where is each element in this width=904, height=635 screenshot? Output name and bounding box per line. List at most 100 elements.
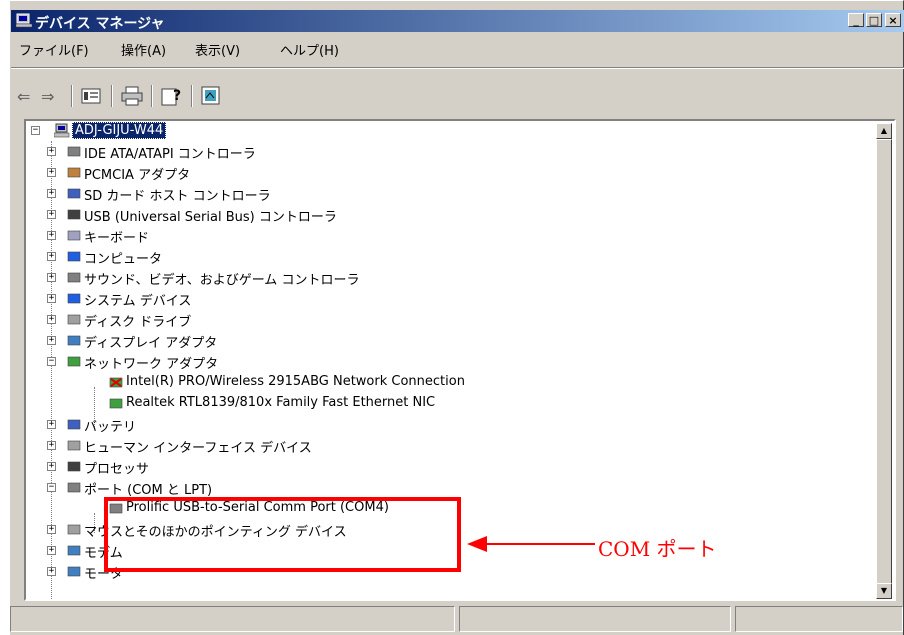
expand-toggle[interactable]: + (47, 231, 56, 240)
device-manager-icon (16, 13, 32, 28)
device-label: Realtek RTL8139/810x Family Fast Etherne… (126, 395, 436, 410)
category-item[interactable]: + コンピュータ (26, 247, 866, 267)
expand-toggle[interactable]: + (47, 189, 56, 198)
expand-toggle[interactable]: + (47, 294, 56, 303)
menu-action[interactable]: 操作(A) (121, 40, 166, 59)
highlight-box (104, 497, 461, 572)
expand-toggle[interactable]: + (47, 168, 56, 177)
computer-icon (67, 251, 81, 262)
help-icon[interactable]: ? (161, 86, 183, 106)
expand-toggle[interactable]: + (47, 525, 56, 534)
category-label: ヒューマン インターフェイス デバイス (84, 441, 312, 456)
computer-root-icon (54, 123, 70, 138)
monitor-icon (67, 566, 81, 577)
properties-icon[interactable] (81, 87, 101, 105)
device-item[interactable]: Realtek RTL8139/810x Family Fast Etherne… (26, 394, 866, 414)
category-label: SD カード ホスト コントローラ (84, 189, 271, 204)
annotation-arrow-line (485, 543, 595, 545)
category-item[interactable]: + USB (Universal Serial Bus) コントローラ (26, 205, 866, 225)
toolbar-separator (111, 85, 113, 107)
category-item[interactable]: + PCMCIA アダプタ (26, 163, 866, 183)
menu-view[interactable]: 表示(V) (195, 40, 240, 59)
network-card-icon (109, 398, 123, 409)
ide-controller-icon (67, 146, 81, 157)
menu-file[interactable]: ファイル(F) (19, 40, 89, 59)
category-item[interactable]: + ディスプレイ アダプタ (26, 331, 866, 351)
category-item[interactable]: + ディスク ドライブ (26, 310, 866, 330)
status-pane-2 (459, 606, 731, 632)
port-icon (67, 482, 81, 493)
processor-icon (67, 461, 81, 472)
expand-toggle[interactable]: + (47, 546, 56, 555)
category-label: バッテリ (84, 420, 137, 435)
category-label: ディスプレイ アダプタ (84, 336, 218, 351)
category-item[interactable]: + ヒューマン インターフェイス デバイス (26, 436, 866, 456)
category-label: プロセッサ (84, 462, 150, 477)
battery-icon (67, 419, 81, 430)
minimize-button[interactable]: _ (848, 13, 864, 27)
category-item[interactable]: − ネットワーク アダプタ (26, 352, 866, 372)
network-adapter-icon (67, 356, 81, 367)
expand-toggle[interactable]: + (47, 315, 56, 324)
expand-toggle[interactable]: + (47, 210, 56, 219)
keyboard-icon (67, 230, 81, 241)
vertical-scrollbar[interactable]: ▲ ▼ (876, 123, 892, 599)
annotation-arrow-head (467, 536, 487, 552)
maximize-button[interactable]: □ (866, 13, 882, 27)
title-bar[interactable]: デバイス マネージャ _ □ × (11, 10, 904, 32)
expand-toggle[interactable]: + (47, 273, 56, 282)
annotation-label: COM ポート (598, 537, 717, 561)
category-label: ネットワーク アダプタ (84, 357, 219, 372)
collapse-toggle[interactable]: − (47, 357, 56, 366)
pcmcia-icon (67, 167, 81, 178)
category-item[interactable]: + システム デバイス (26, 289, 866, 309)
category-label: システム デバイス (84, 294, 192, 309)
status-pane-3 (735, 606, 903, 632)
expand-toggle[interactable]: + (47, 252, 56, 261)
window-title: デバイス マネージャ (35, 16, 165, 32)
category-label: IDE ATA/ATAPI コントローラ (84, 147, 256, 162)
scroll-down-button[interactable]: ▼ (876, 583, 892, 599)
tree-root[interactable]: − ADJ-GIJU-W44 (26, 121, 326, 141)
category-item[interactable]: + プロセッサ (26, 457, 866, 477)
status-pane-1 (10, 606, 455, 632)
scan-hardware-icon[interactable] (201, 86, 221, 106)
disk-drive-icon (67, 314, 81, 325)
category-item[interactable]: + キーボード (26, 226, 866, 246)
collapse-toggle[interactable]: − (31, 126, 40, 135)
menu-help[interactable]: ヘルプ(H) (280, 40, 339, 59)
sd-card-icon (67, 188, 81, 199)
expand-toggle[interactable]: + (47, 567, 56, 576)
expand-toggle[interactable]: + (47, 147, 56, 156)
toolbar-separator (151, 85, 153, 107)
scroll-thumb[interactable] (876, 139, 892, 585)
category-item[interactable]: + サウンド、ビデオ、およびゲーム コントローラ (26, 268, 866, 288)
back-arrow-icon[interactable]: ⇐ (17, 87, 30, 106)
category-label: ディスク ドライブ (84, 315, 192, 330)
close-button[interactable]: × (885, 13, 901, 27)
category-item[interactable]: + IDE ATA/ATAPI コントローラ (26, 142, 866, 162)
category-label: PCMCIA アダプタ (84, 168, 191, 183)
device-item[interactable]: Intel(R) PRO/Wireless 2915ABG Network Co… (26, 373, 866, 393)
forward-arrow-icon[interactable]: ⇒ (41, 87, 54, 106)
category-item[interactable]: + バッテリ (26, 415, 866, 435)
category-label: コンピュータ (84, 252, 163, 267)
menu-separator (11, 67, 904, 69)
expand-toggle[interactable]: + (47, 420, 56, 429)
hid-icon (67, 440, 81, 451)
system-device-icon (67, 293, 81, 304)
toolbar: ⇐ ⇒ ? (11, 79, 904, 113)
category-item[interactable]: + SD カード ホスト コントローラ (26, 184, 866, 204)
category-label: キーボード (84, 231, 150, 246)
expand-toggle[interactable]: + (47, 462, 56, 471)
collapse-toggle[interactable]: − (47, 483, 56, 492)
category-label: サウンド、ビデオ、およびゲーム コントローラ (84, 273, 360, 288)
expand-toggle[interactable]: + (47, 441, 56, 450)
scroll-up-button[interactable]: ▲ (876, 123, 892, 139)
mouse-icon (67, 524, 81, 535)
expand-toggle[interactable]: + (47, 336, 56, 345)
category-item[interactable]: − ポート (COM と LPT) (26, 478, 866, 498)
print-icon[interactable] (121, 86, 143, 106)
root-computer-name[interactable]: ADJ-GIJU-W44 (72, 122, 167, 139)
category-label: USB (Universal Serial Bus) コントローラ (84, 210, 337, 225)
